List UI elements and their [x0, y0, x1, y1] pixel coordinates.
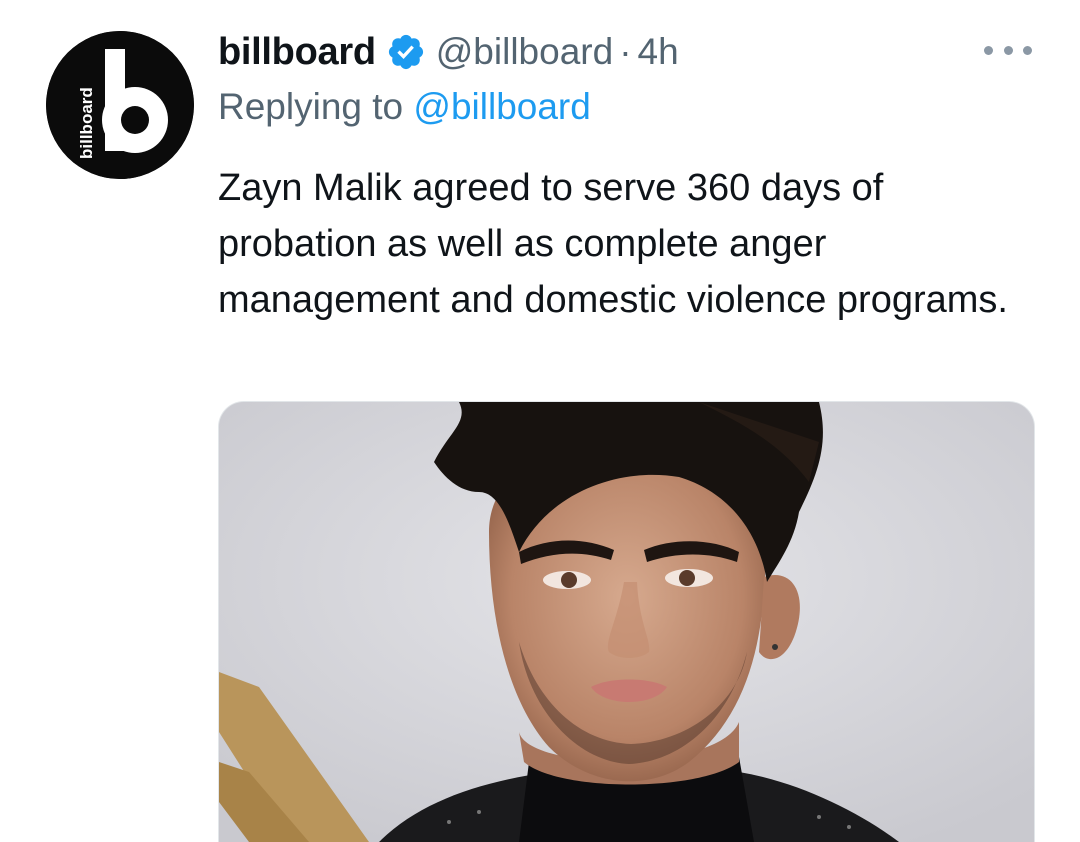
verified-badge-icon	[386, 32, 426, 72]
reply-prefix: Replying to	[218, 86, 404, 127]
author-handle[interactable]: @billboard	[436, 31, 613, 73]
tweet-image[interactable]	[218, 401, 1035, 842]
tweet-header: billboard @billboard · 4h	[218, 26, 679, 78]
billboard-logo: billboard	[46, 31, 194, 179]
avatar-text: billboard	[77, 87, 96, 159]
reply-mention-link[interactable]: @billboard	[413, 86, 590, 127]
separator-dot: ·	[619, 31, 632, 72]
portrait-photo	[219, 402, 1034, 842]
more-options-icon[interactable]	[984, 36, 1032, 64]
reply-context: Replying to @billboard	[218, 86, 591, 128]
tweet-text: Zayn Malik agreed to serve 360 days of p…	[218, 167, 1008, 321]
author-name[interactable]: billboard	[218, 31, 376, 74]
avatar[interactable]: billboard	[46, 31, 194, 179]
timestamp[interactable]: 4h	[638, 31, 679, 73]
